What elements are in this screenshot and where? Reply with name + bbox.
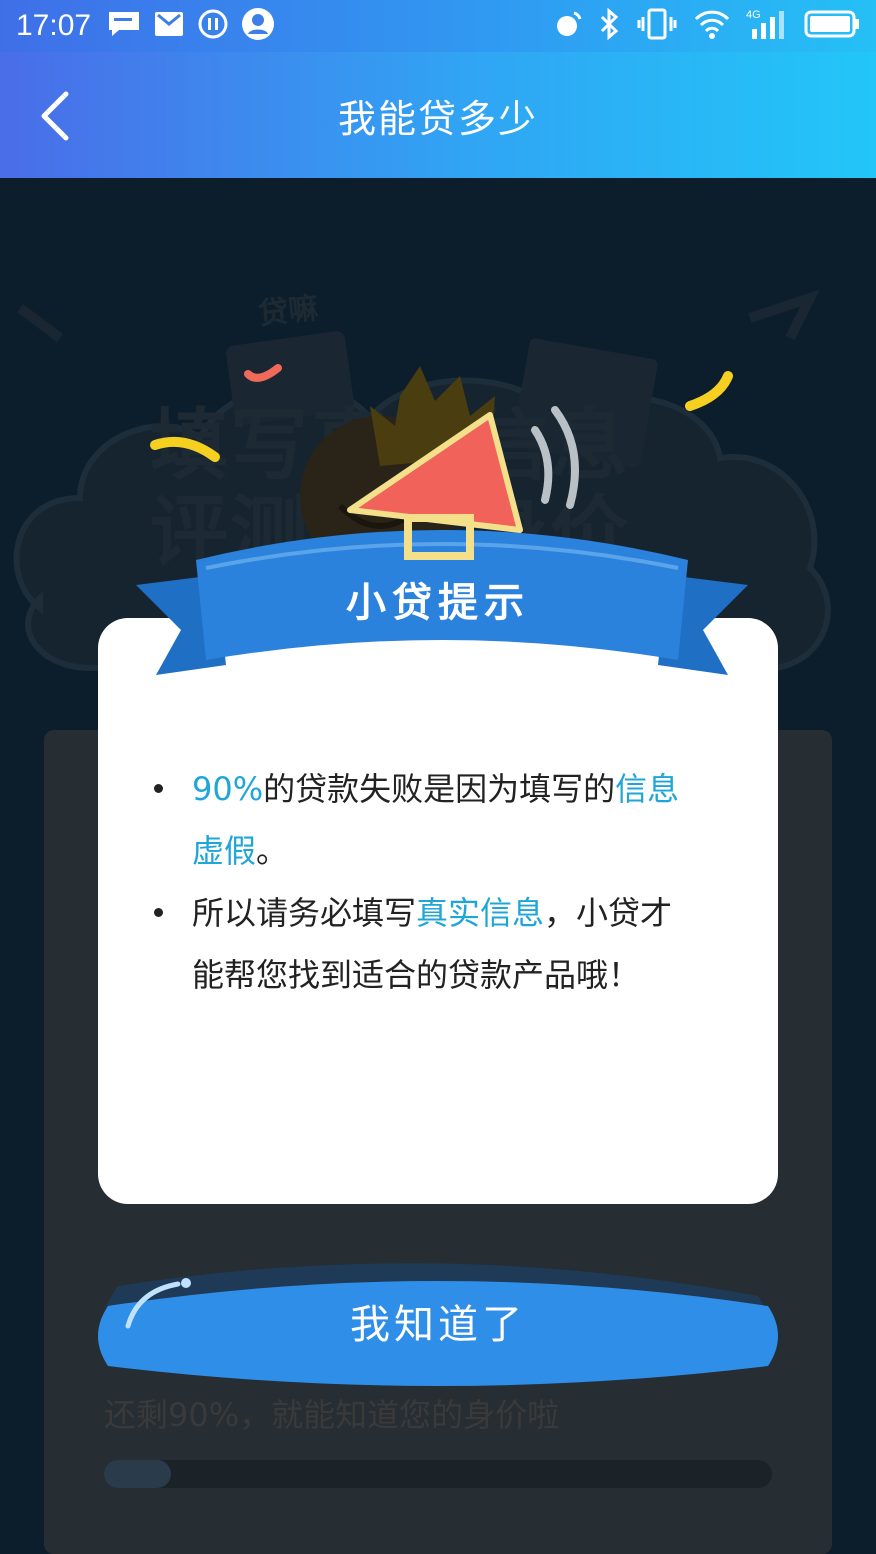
tip-text: 的贷款失败是因为填写的 [263,770,616,808]
progress-bar [104,1460,772,1488]
chevron-left-icon [41,91,69,141]
battery-icon [804,9,860,43]
page-title: 我能贷多少 [337,96,538,141]
back-button[interactable] [36,90,80,142]
network-type-label: 4G [746,9,761,21]
tip-item: 所以请务必填写真实信息，小贷才能帮您找到适合的贷款产品哦！ [154,882,732,1006]
ribbon-title: 小贷提示 [346,580,530,626]
tip-highlight: 真实信息 [416,894,545,932]
tip-highlight: 虚假 [192,832,257,870]
tip-item: 90%的贷款失败是因为填写的信息虚假。 [154,758,732,882]
confetti-decoration [150,364,733,462]
tip-text: 能帮您找到适合的贷款产品哦！ [192,956,641,994]
status-time: 17:07 [16,9,92,42]
title-bar: 我能贷多少 [0,52,876,178]
vibrate-icon [636,7,678,45]
bluetooth-icon [598,7,622,45]
bullet-dot [154,908,163,917]
tip-text: 。 [256,832,289,870]
tip-text: ，小贷才 [544,894,673,932]
tip-highlight: 信息 [615,770,680,808]
message-icon [107,9,141,43]
tip-dialog: 90%的贷款失败是因为填写的信息虚假。 所以请务必填写真实信息，小贷才能帮您找到… [98,618,778,1204]
progress-fill [104,1460,171,1488]
status-bar: 17:07 4G [0,0,876,52]
tip-highlight: 90% [192,770,264,808]
mail-icon [153,9,185,43]
tip-text: 所以请务必填写 [192,894,417,932]
progress-text: 还剩90%，就能知道您的身价啦 [104,1396,560,1434]
wifi-icon [692,7,732,45]
pause-icon [197,8,229,44]
tip-list: 90%的贷款失败是因为填写的信息虚假。 所以请务必填写真实信息，小贷才能帮您找到… [154,758,732,1006]
bg-logo-text: 贷嘛 [256,290,321,333]
signal-4g-icon: 4G [746,7,790,45]
nfc-icon [554,9,584,43]
user-icon [241,7,275,45]
confirm-button-label: 我知道了 [350,1302,526,1348]
bullet-dot [154,784,163,793]
